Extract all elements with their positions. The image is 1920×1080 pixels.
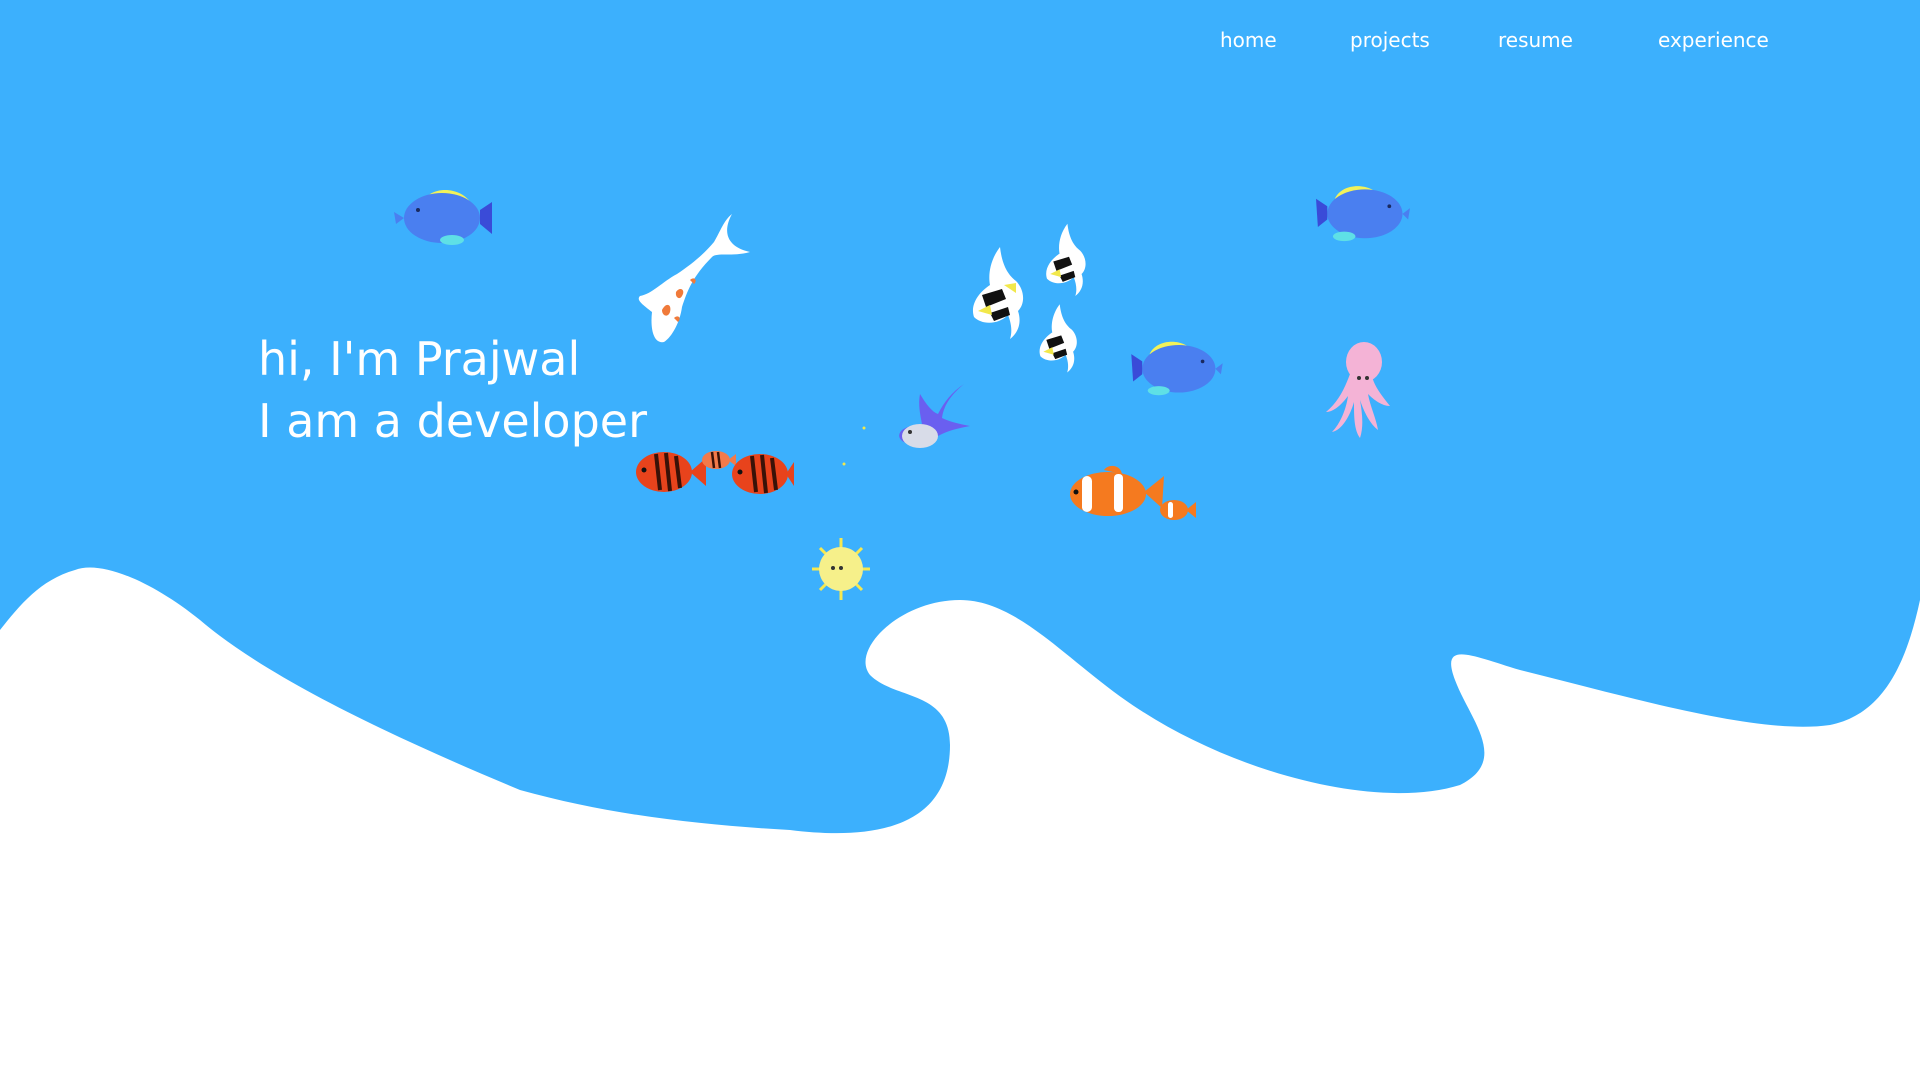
nav-link-projects[interactable]: projects [1350, 22, 1430, 58]
nav-link-home[interactable]: home [1220, 22, 1277, 58]
blue-tang-fish-icon [1131, 341, 1223, 396]
blue-tang-fish-icon [394, 190, 492, 245]
violet-fish-icon [899, 384, 970, 448]
ocean-background [0, 0, 1920, 834]
nav-link-experience[interactable]: experience [1658, 22, 1769, 58]
moorish-idol-fish-icon [972, 247, 1024, 339]
top-navigation: home projects resume experience [1200, 22, 1769, 58]
nav-link-resume[interactable]: resume [1498, 22, 1573, 58]
moorish-idol-fish-icon [1039, 304, 1077, 373]
moorish-idol-fish-icon [1046, 223, 1086, 297]
blue-tang-fish-icon [1316, 186, 1410, 242]
octopus-icon [1326, 342, 1390, 438]
hero-intro: hi, I'm Prajwal I am a developer [258, 328, 647, 452]
hero-tagline: I am a developer [258, 394, 647, 448]
page: home projects resume experience hi, I'm … [0, 0, 1920, 1080]
koi-fish-icon [638, 214, 750, 343]
hero-greeting: hi, I'm Prajwal [258, 332, 581, 386]
pufferfish-icon [812, 538, 870, 600]
sparkle-icon [842, 426, 866, 466]
clownfish-icon [1070, 465, 1196, 520]
tiger-fish-icon [636, 451, 794, 494]
